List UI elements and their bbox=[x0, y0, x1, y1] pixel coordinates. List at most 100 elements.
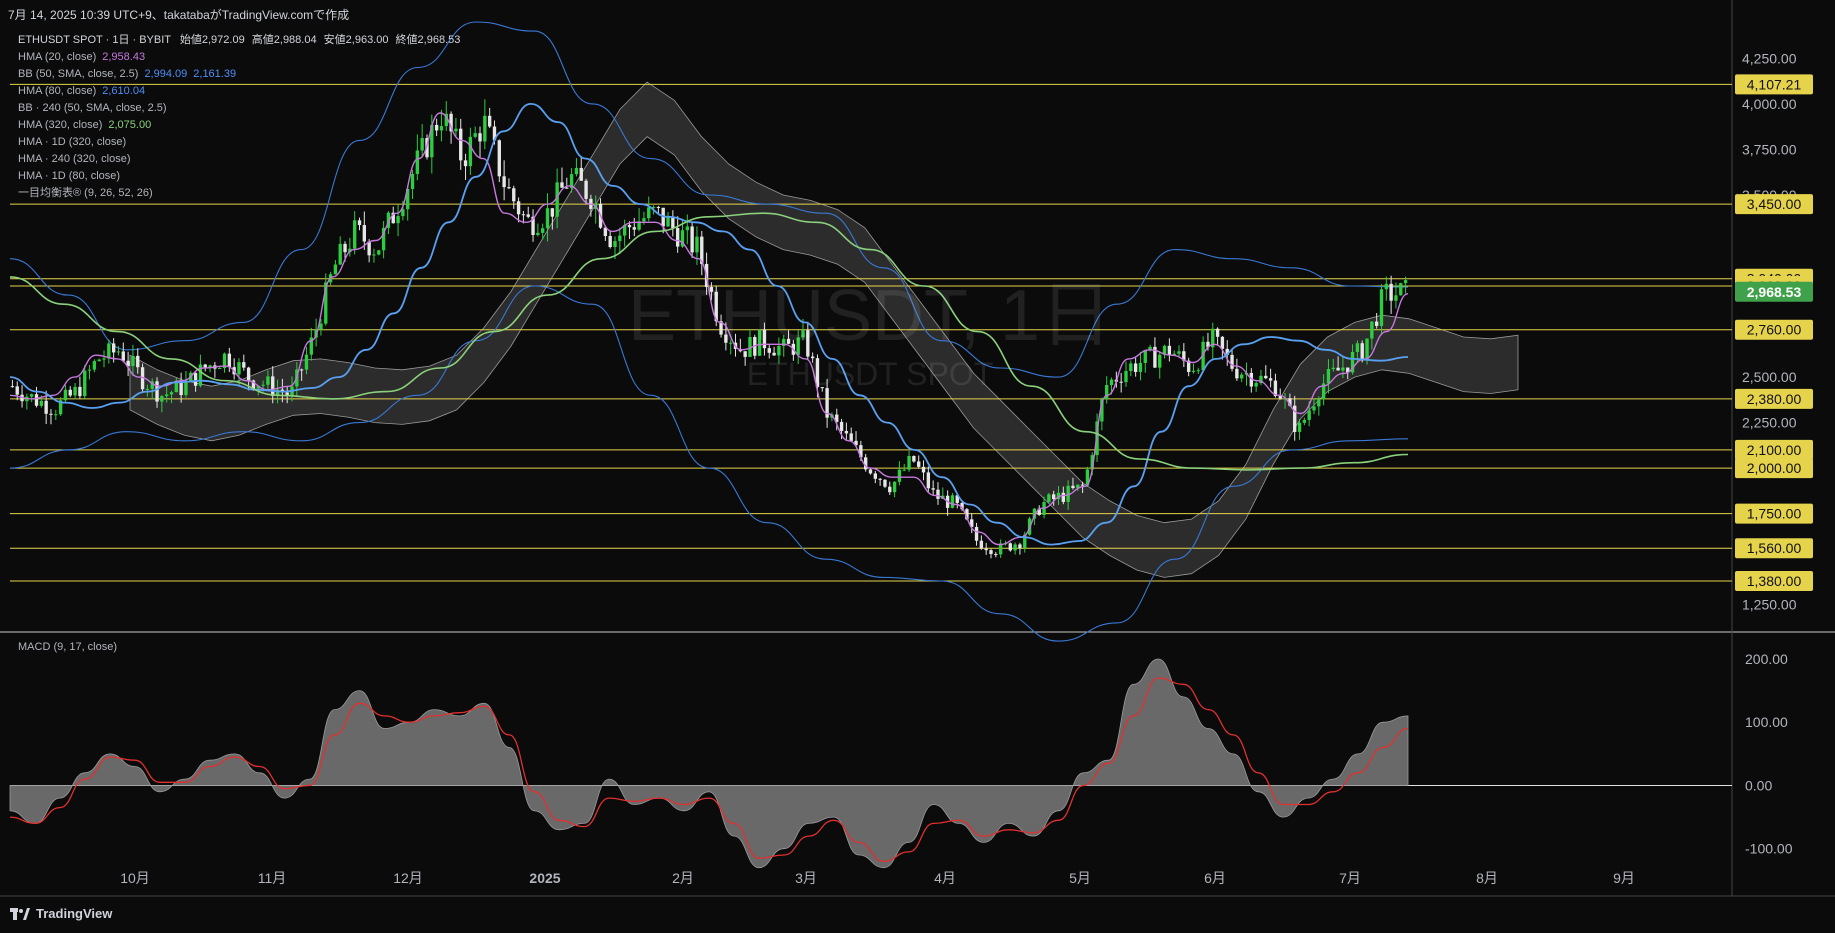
legend-row-label: BB (50, SMA, close, 2.5) bbox=[18, 68, 139, 80]
candle-body bbox=[936, 489, 940, 499]
tradingview-footer[interactable]: TradingView bbox=[10, 906, 112, 921]
candle-body bbox=[1109, 379, 1114, 386]
candle-body bbox=[184, 380, 188, 396]
candle-body bbox=[1379, 289, 1384, 326]
legend-row-label: HMA (320, close) bbox=[18, 119, 103, 131]
legend-title-row[interactable]: ETHUSDT SPOT · 1日 · BYBIT 始値2,972.09 高値2… bbox=[18, 32, 460, 49]
candle-body bbox=[218, 368, 222, 370]
candle-body bbox=[1331, 367, 1335, 370]
legend-row[interactable]: HMA (320, close) 2,075.00 bbox=[18, 117, 460, 134]
candle-body bbox=[121, 351, 125, 361]
candle-body bbox=[912, 455, 916, 462]
candle-body bbox=[849, 433, 853, 441]
candle-body bbox=[873, 473, 878, 479]
time-axis-label: 5月 bbox=[1069, 870, 1091, 886]
legend-row[interactable]: BB (50, SMA, close, 2.5) 2,994.09 2,161.39 bbox=[18, 66, 460, 83]
candle-body bbox=[1080, 484, 1085, 486]
candle-body bbox=[1384, 283, 1388, 290]
time-axis-label: 12月 bbox=[393, 870, 423, 886]
candle-body bbox=[1133, 363, 1138, 372]
candle-body bbox=[145, 388, 150, 390]
candle-body bbox=[169, 392, 174, 395]
candle-body bbox=[1177, 351, 1181, 354]
candle-body bbox=[868, 469, 873, 474]
candle-body bbox=[107, 343, 111, 359]
candle-body bbox=[242, 362, 246, 368]
candle-body bbox=[632, 227, 636, 230]
candle-body bbox=[565, 187, 569, 189]
candle-body bbox=[1215, 328, 1220, 337]
candle-body bbox=[502, 176, 506, 188]
candle-body bbox=[246, 367, 251, 381]
candle-body bbox=[1158, 354, 1162, 368]
price-axis-tick: 4,250.00 bbox=[1742, 50, 1797, 66]
candle-body bbox=[487, 115, 492, 127]
candle-body bbox=[574, 167, 579, 175]
candle-body bbox=[468, 136, 473, 167]
candle-body bbox=[608, 236, 612, 248]
candle-body bbox=[78, 386, 82, 397]
candle-body bbox=[1138, 362, 1143, 372]
time-axis-label: 10月 bbox=[120, 870, 150, 886]
legend-row[interactable]: HMA · 240 (320, close) bbox=[18, 151, 460, 168]
candle-body bbox=[1312, 406, 1316, 411]
candle-body bbox=[1071, 485, 1075, 489]
candle-body bbox=[984, 548, 988, 551]
legend-row[interactable]: HMA · 1D (320, close) bbox=[18, 134, 460, 151]
candle-body bbox=[902, 469, 906, 471]
candle-body bbox=[1235, 368, 1239, 379]
candle-body bbox=[1317, 399, 1321, 407]
candle-body bbox=[878, 478, 882, 480]
candle-body bbox=[1196, 370, 1200, 372]
level-price-text: 1,560.00 bbox=[1747, 540, 1802, 556]
candle-body bbox=[1302, 419, 1307, 423]
candle-body bbox=[304, 354, 309, 370]
legend-row[interactable]: 一目均衡表® (9, 26, 52, 26) bbox=[18, 185, 460, 202]
candle-body bbox=[473, 133, 477, 137]
time-axis-label: 7月 bbox=[1339, 870, 1361, 886]
legend-row[interactable]: HMA (20, close) 2,958.43 bbox=[18, 49, 460, 66]
candle-body bbox=[68, 389, 72, 396]
candle-body bbox=[102, 358, 106, 360]
candle-body bbox=[1018, 544, 1022, 548]
candle-body bbox=[907, 455, 911, 470]
candle-body bbox=[271, 376, 275, 396]
legend-row-label: HMA (20, close) bbox=[18, 51, 97, 63]
candle-body bbox=[1278, 396, 1282, 399]
candle-body bbox=[512, 188, 516, 202]
time-axis-label: 2025 bbox=[529, 870, 560, 886]
candle-body bbox=[463, 160, 468, 167]
candle-body bbox=[1254, 383, 1258, 387]
price-axis-tick: 2,250.00 bbox=[1742, 415, 1797, 431]
candle-body bbox=[1013, 544, 1017, 551]
open-value: 2,972.09 bbox=[201, 34, 245, 46]
candle-body bbox=[63, 389, 68, 401]
macd-axis-tick: 100.00 bbox=[1745, 714, 1788, 730]
legend-row-label: HMA · 1D (320, close) bbox=[18, 136, 127, 148]
legend-row[interactable]: HMA · 1D (80, close) bbox=[18, 168, 460, 185]
indicator-legend: ETHUSDT SPOT · 1日 · BYBIT 始値2,972.09 高値2… bbox=[18, 32, 460, 202]
candle-body bbox=[299, 369, 304, 371]
candle-body bbox=[675, 228, 680, 247]
candle-body bbox=[917, 461, 921, 467]
candle-body bbox=[989, 550, 993, 555]
candle-body bbox=[34, 394, 39, 406]
candle-body bbox=[647, 207, 651, 219]
candle-body bbox=[618, 235, 622, 242]
low-label: 安値 bbox=[323, 34, 346, 46]
candle-body bbox=[131, 355, 135, 367]
candle-body bbox=[1389, 283, 1393, 301]
legend-row-value: 2,958.43 bbox=[102, 51, 146, 63]
candle-body bbox=[1403, 280, 1408, 284]
legend-row-value: 2,610.04 bbox=[102, 85, 146, 97]
macd-legend[interactable]: MACD (9, 17, close) bbox=[18, 641, 117, 653]
legend-row[interactable]: HMA (80, close) 2,610.04 bbox=[18, 83, 460, 100]
candle-body bbox=[136, 355, 140, 368]
candle-body bbox=[237, 362, 241, 375]
candle-body bbox=[642, 218, 646, 222]
candle-body bbox=[92, 361, 97, 370]
candle-body bbox=[656, 206, 661, 208]
candle-body bbox=[1268, 378, 1273, 381]
legend-row[interactable]: BB · 240 (50, SMA, close, 2.5) bbox=[18, 100, 460, 117]
legend-row-value: 2,075.00 bbox=[108, 119, 152, 131]
